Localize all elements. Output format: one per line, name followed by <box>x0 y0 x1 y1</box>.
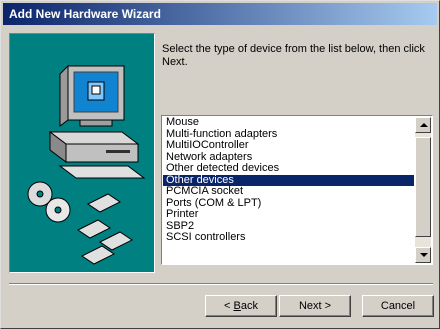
cancel-button[interactable]: Cancel <box>362 295 434 317</box>
list-item[interactable]: Other detected devices <box>163 162 414 175</box>
computer-icon <box>27 64 146 265</box>
list-scrollbar[interactable] <box>415 117 431 263</box>
scroll-up-button[interactable] <box>415 117 431 133</box>
list-item[interactable]: SCSI controllers <box>163 231 414 244</box>
arrow-up-icon <box>420 123 428 127</box>
back-button-label: ack <box>240 300 258 312</box>
scroll-down-button[interactable] <box>415 247 431 263</box>
separator-line <box>9 283 433 285</box>
list-item[interactable]: MultiIOController <box>163 139 414 152</box>
wizard-illustration <box>9 33 155 273</box>
wizard-window: Add New Hardware Wizard Select the type … <box>0 0 440 329</box>
instruction-text: Select the type of device from the list … <box>162 43 425 68</box>
cancel-button-label: Cancel <box>380 300 416 312</box>
window-title: Add New Hardware Wizard <box>9 7 161 21</box>
back-button-accelerator: B <box>233 300 241 312</box>
back-button-prefix: < <box>224 300 234 312</box>
list-item[interactable]: Printer <box>163 208 414 221</box>
arrow-down-icon <box>420 253 428 257</box>
device-type-list[interactable]: Mouse Multi-function adapters MultiIOContr… <box>161 115 433 265</box>
device-list-items: Mouse Multi-function adapters MultiIOContr… <box>163 117 414 263</box>
next-button-label: Next > <box>298 300 332 312</box>
scroll-thumb[interactable] <box>415 137 431 237</box>
list-item[interactable]: Ports (COM & LPT) <box>163 197 414 210</box>
list-item[interactable]: Mouse <box>163 117 414 129</box>
back-button[interactable]: < Back <box>205 295 277 317</box>
list-item[interactable]: PCMCIA socket <box>163 185 414 198</box>
title-bar[interactable]: Add New Hardware Wizard <box>3 3 437 25</box>
next-button[interactable]: Next > <box>279 295 351 317</box>
